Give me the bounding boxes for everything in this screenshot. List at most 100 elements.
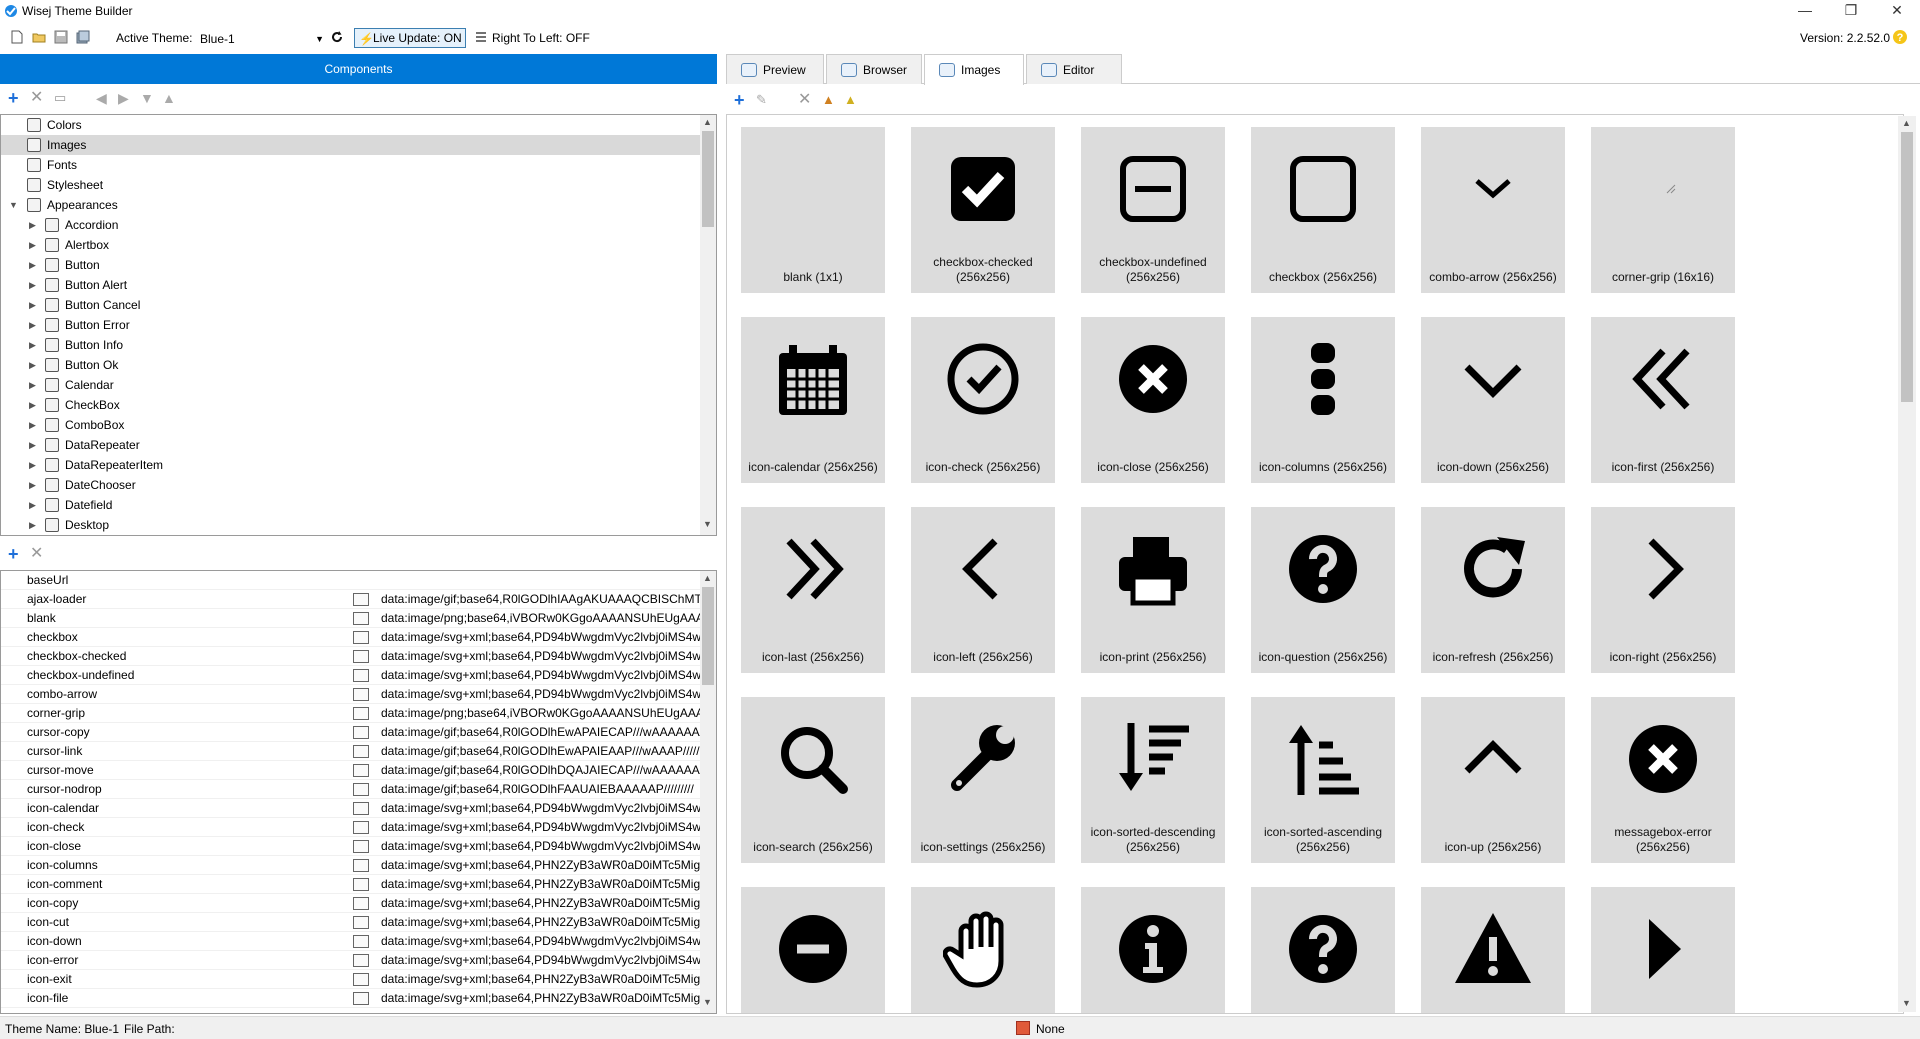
- property-value[interactable]: data:image/gif;base64,R0lGODlhEwAPAIECAP…: [381, 723, 701, 742]
- property-value[interactable]: data:image/svg+xml;base64,PD94bWwgdmVyc2…: [381, 818, 701, 837]
- scroll-down-icon[interactable]: ▼: [1902, 998, 1911, 1008]
- image-tile[interactable]: blank (1x1): [741, 127, 885, 293]
- properties-scroll-thumb[interactable]: [702, 587, 714, 685]
- move-right-icon[interactable]: ▶: [118, 89, 129, 107]
- image-tile[interactable]: icon-calendar (256x256): [741, 317, 885, 483]
- property-value[interactable]: data:image/svg+xml;base64,PD94bWwgdmVyc2…: [381, 951, 701, 970]
- expand-icon[interactable]: ▶: [29, 495, 39, 515]
- tree-scrollbar[interactable]: ▲ ▼: [700, 115, 716, 535]
- tree-item-stylesheet[interactable]: Stylesheet: [1, 175, 701, 195]
- tab-preview[interactable]: Preview: [726, 54, 824, 84]
- expand-icon[interactable]: ▶: [29, 455, 39, 475]
- help-icon[interactable]: ?: [1892, 29, 1908, 45]
- expand-icon[interactable]: ▶: [29, 275, 39, 295]
- scroll-up-icon[interactable]: ▲: [1902, 118, 1911, 128]
- tree-item-fonts[interactable]: Fonts: [1, 155, 701, 175]
- image-tile[interactable]: [1591, 887, 1735, 1013]
- tab-images[interactable]: Images: [924, 54, 1024, 85]
- property-row[interactable]: icon-close data:image/svg+xml;base64,PD94…: [1, 837, 701, 856]
- tree-item-button-ok[interactable]: ▶ Button Ok: [1, 355, 701, 375]
- property-row[interactable]: icon-comment data:image/svg+xml;base64,PH…: [1, 875, 701, 894]
- open-folder-icon[interactable]: [32, 30, 46, 44]
- image-tile[interactable]: icon-up (256x256): [1421, 697, 1565, 863]
- property-row[interactable]: icon-error data:image/svg+xml;base64,PD94…: [1, 951, 701, 970]
- property-value[interactable]: data:image/png;base64,iVBORw0KGgoAAAANSU…: [381, 704, 701, 723]
- rename-icon[interactable]: ▭: [54, 89, 66, 107]
- property-value[interactable]: data:image/svg+xml;base64,PHN2ZyB3aWR0aD…: [381, 913, 701, 932]
- image-tile[interactable]: icon-last (256x256): [741, 507, 885, 673]
- property-row[interactable]: baseUrl: [1, 571, 701, 590]
- property-row[interactable]: icon-exit data:image/svg+xml;base64,PHN2Z…: [1, 970, 701, 989]
- property-row[interactable]: icon-check data:image/svg+xml;base64,PD94…: [1, 818, 701, 837]
- property-value[interactable]: data:image/svg+xml;base64,PD94bWwgdmVyc2…: [381, 685, 701, 704]
- add-icon[interactable]: +: [734, 91, 745, 109]
- property-value[interactable]: data:image/gif;base64,R0lGODlhDQAJAIECAP…: [381, 761, 701, 780]
- export-icon[interactable]: ▲: [844, 91, 857, 109]
- active-theme-select[interactable]: Blue-1 ▼: [198, 30, 326, 48]
- refresh-icon[interactable]: [330, 30, 344, 44]
- image-tile[interactable]: icon-sorted-descending (256x256): [1081, 697, 1225, 863]
- expand-icon[interactable]: ▶: [29, 415, 39, 435]
- tree-item-combobox[interactable]: ▶ ComboBox: [1, 415, 701, 435]
- tree-item-button-alert[interactable]: ▶ Button Alert: [1, 275, 701, 295]
- property-row[interactable]: blank data:image/png;base64,iVBORw0KGgoAA…: [1, 609, 701, 628]
- tree-item-appearances[interactable]: ▼ Appearances: [1, 195, 701, 215]
- property-value[interactable]: data:image/gif;base64,R0lGODlhFAAUAIEBAA…: [381, 780, 701, 799]
- move-left-icon[interactable]: ◀: [96, 89, 107, 107]
- property-value[interactable]: data:image/gif;base64,R0lGODlhEwAPAIEAAP…: [381, 742, 701, 761]
- image-tile[interactable]: [1421, 887, 1565, 1013]
- property-row[interactable]: cursor-link data:image/gif;base64,R0lGODl…: [1, 742, 701, 761]
- image-tile[interactable]: checkbox-undefined (256x256): [1081, 127, 1225, 293]
- delete-icon[interactable]: ✕: [798, 91, 811, 109]
- property-row[interactable]: checkbox data:image/svg+xml;base64,PD94bW…: [1, 628, 701, 647]
- image-tile[interactable]: icon-search (256x256): [741, 697, 885, 863]
- image-tile[interactable]: icon-check (256x256): [911, 317, 1055, 483]
- tree-item-checkbox[interactable]: ▶ CheckBox: [1, 395, 701, 415]
- tree-item-datarepeateritem[interactable]: ▶ DataRepeaterItem: [1, 455, 701, 475]
- expand-icon[interactable]: ▶: [29, 215, 39, 235]
- tree-item-datefield[interactable]: ▶ Datefield: [1, 495, 701, 515]
- delete-icon[interactable]: ✕: [30, 89, 43, 107]
- new-file-icon[interactable]: [10, 30, 24, 44]
- image-tile[interactable]: icon-close (256x256): [1081, 317, 1225, 483]
- property-value[interactable]: data:image/gif;base64,R0lGODlhIAAgAKUAAA…: [381, 590, 701, 609]
- image-tile[interactable]: combo-arrow (256x256): [1421, 127, 1565, 293]
- expand-icon[interactable]: ▶: [29, 335, 39, 355]
- maximize-button[interactable]: ❐: [1828, 0, 1874, 22]
- image-tile[interactable]: icon-columns (256x256): [1251, 317, 1395, 483]
- live-update-toggle[interactable]: ⚡ Live Update: ON: [354, 28, 466, 48]
- scroll-up-icon[interactable]: ▲: [703, 573, 712, 583]
- property-value[interactable]: data:image/svg+xml;base64,PD94bWwgdmVyc2…: [381, 666, 701, 685]
- expand-icon[interactable]: ▶: [29, 315, 39, 335]
- tree-item-calendar[interactable]: ▶ Calendar: [1, 375, 701, 395]
- property-value[interactable]: data:image/svg+xml;base64,PHN2ZyB3aWR0aD…: [381, 970, 701, 989]
- property-row[interactable]: checkbox-checked data:image/svg+xml;base6…: [1, 647, 701, 666]
- scroll-up-icon[interactable]: ▲: [703, 117, 712, 127]
- tree-item-colors[interactable]: Colors: [1, 115, 701, 135]
- scroll-down-icon[interactable]: ▼: [703, 519, 712, 529]
- add-icon[interactable]: +: [8, 89, 19, 107]
- edit-icon[interactable]: ✎: [756, 91, 767, 109]
- tree-item-alertbox[interactable]: ▶ Alertbox: [1, 235, 701, 255]
- property-row[interactable]: cursor-copy data:image/gif;base64,R0lGODl…: [1, 723, 701, 742]
- property-value[interactable]: data:image/svg+xml;base64,PD94bWwgdmVyc2…: [381, 932, 701, 951]
- remove-image-icon[interactable]: ✕: [30, 545, 43, 563]
- property-row[interactable]: cursor-nodrop data:image/gif;base64,R0lGO…: [1, 780, 701, 799]
- expand-icon[interactable]: ▶: [29, 235, 39, 255]
- expand-icon[interactable]: ▶: [29, 355, 39, 375]
- tree-item-button-cancel[interactable]: ▶ Button Cancel: [1, 295, 701, 315]
- property-row[interactable]: icon-copy data:image/svg+xml;base64,PHN2Z…: [1, 894, 701, 913]
- property-value[interactable]: data:image/svg+xml;base64,PD94bWwgdmVyc2…: [381, 647, 701, 666]
- save-all-icon[interactable]: [76, 30, 90, 44]
- tab-editor[interactable]: Editor: [1026, 54, 1122, 84]
- property-row[interactable]: icon-down data:image/svg+xml;base64,PD94b…: [1, 932, 701, 951]
- image-tile[interactable]: [911, 887, 1055, 1013]
- move-up-icon[interactable]: ▲: [162, 89, 176, 107]
- property-value[interactable]: data:image/svg+xml;base64,PHN2ZyB3aWR0aD…: [381, 875, 701, 894]
- close-button[interactable]: ✕: [1874, 0, 1920, 22]
- add-image-icon[interactable]: +: [8, 545, 19, 563]
- property-row[interactable]: checkbox-undefined data:image/svg+xml;bas…: [1, 666, 701, 685]
- tab-browser[interactable]: Browser: [826, 54, 922, 84]
- scroll-down-icon[interactable]: ▼: [703, 997, 712, 1007]
- image-tile[interactable]: [1081, 887, 1225, 1013]
